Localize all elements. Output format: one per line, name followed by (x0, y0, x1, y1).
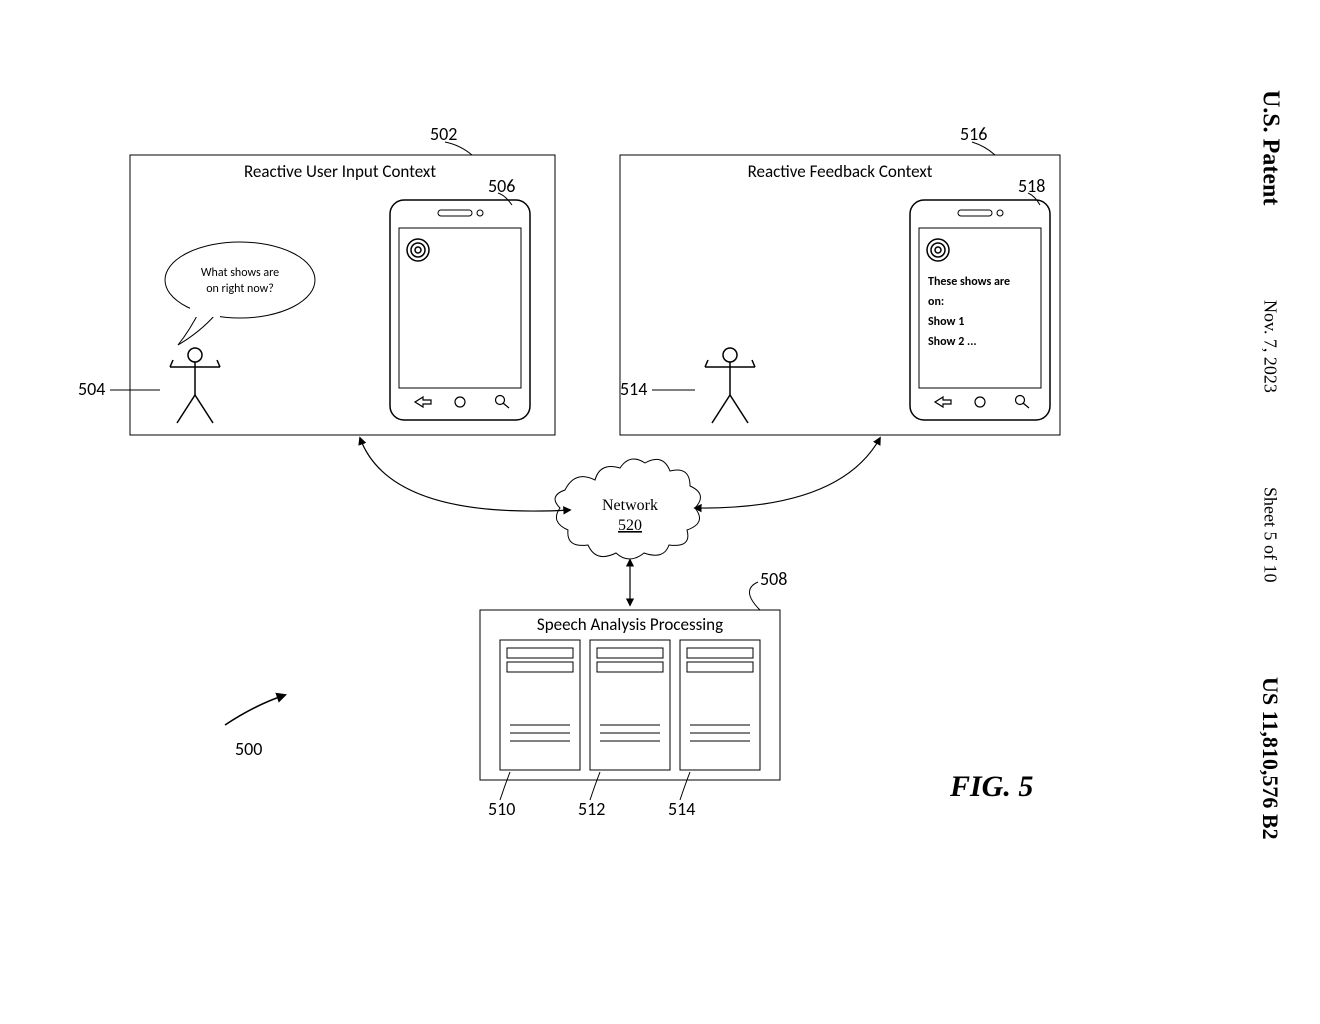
server-rack-3 (680, 640, 760, 770)
bubble-line1: What shows are (201, 266, 279, 280)
ref-510: 510 (488, 798, 515, 820)
sidebar-patent-number: US 11,810,576 B2 (1257, 677, 1283, 840)
ref-502: 502 (430, 123, 457, 145)
server-rack-2 (590, 640, 670, 770)
arrow-left-cloud (360, 438, 570, 511)
network-cloud: Network 520 (555, 459, 700, 559)
diagram-area: Reactive User Input Context 502 504 What… (60, 100, 1080, 860)
phone-text-l4: Show 2 ... (928, 335, 977, 349)
ref-506: 506 (488, 175, 515, 197)
phone-text-l3: Show 1 (928, 315, 964, 329)
sidebar-header: U.S. Patent (1257, 90, 1284, 205)
ref-500: 500 (235, 738, 262, 760)
network-label: Network (602, 497, 658, 514)
patent-sidebar: U.S. Patent Nov. 7, 2023 Sheet 5 of 10 U… (1250, 90, 1290, 840)
speech-bubble: What shows are on right now? (165, 242, 315, 345)
sidebar-date: Nov. 7, 2023 (1260, 300, 1281, 393)
right-context-box: Reactive Feedback Context 516 514 (620, 123, 1060, 435)
ref-504: 504 (78, 378, 105, 400)
bottom-box-title: Speech Analysis Processing (537, 614, 723, 635)
server-rack-1 (500, 640, 580, 770)
ref-514-box: 514 (620, 378, 647, 400)
sidebar-sheet: Sheet 5 of 10 (1260, 487, 1281, 582)
ref-514-server: 514 (668, 798, 695, 820)
ref-512: 512 (578, 798, 605, 820)
left-box-title: Reactive User Input Context (244, 161, 436, 182)
phone-text-l2: on: (928, 295, 944, 309)
right-box-title: Reactive Feedback Context (748, 161, 933, 182)
bubble-line2: on right now? (206, 282, 274, 296)
left-context-box: Reactive User Input Context 502 504 What… (78, 123, 555, 435)
ref-516: 516 (960, 123, 987, 145)
ref-500-leader: 500 (225, 695, 285, 760)
ref-508: 508 (760, 568, 787, 590)
phone-right: These shows are on: Show 1 Show 2 ... (910, 200, 1050, 420)
speech-analysis-box: Speech Analysis Processing (480, 610, 780, 820)
network-num: 520 (618, 517, 642, 534)
person-icon (170, 348, 220, 423)
person-icon-right (705, 348, 755, 423)
arrow-right-cloud (695, 438, 880, 508)
ref-518: 518 (1018, 175, 1045, 197)
phone-left (390, 200, 530, 420)
phone-text-l1: These shows are (928, 275, 1010, 289)
